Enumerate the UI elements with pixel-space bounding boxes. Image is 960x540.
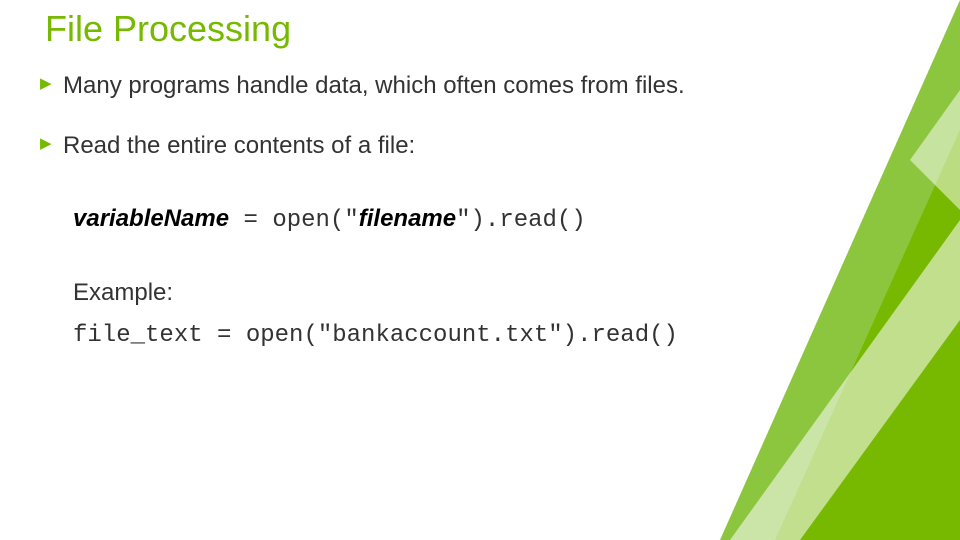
syntax-close: ").read() (456, 207, 586, 234)
syntax-line: variableName = open("filename").read() (73, 203, 760, 237)
syntax-filename: filename (359, 205, 456, 232)
syntax-open: open(" (272, 207, 358, 234)
example-label: Example: (73, 277, 760, 309)
slide-title: File Processing (45, 8, 291, 50)
slide: File Processing Many programs handle dat… (0, 0, 960, 540)
example-code: file_text = open("bankaccount.txt").read… (73, 320, 760, 352)
bullet-item: Many programs handle data, which often c… (45, 70, 760, 102)
bullet-text: Many programs handle data, which often c… (63, 72, 685, 99)
bullet-text: Read the entire contents of a file: (63, 132, 415, 159)
bullet-item: Read the entire contents of a file: (45, 130, 760, 162)
syntax-variable: variableName (73, 205, 229, 232)
slide-body: Many programs handle data, which often c… (45, 70, 760, 362)
syntax-equals: = (229, 207, 272, 234)
